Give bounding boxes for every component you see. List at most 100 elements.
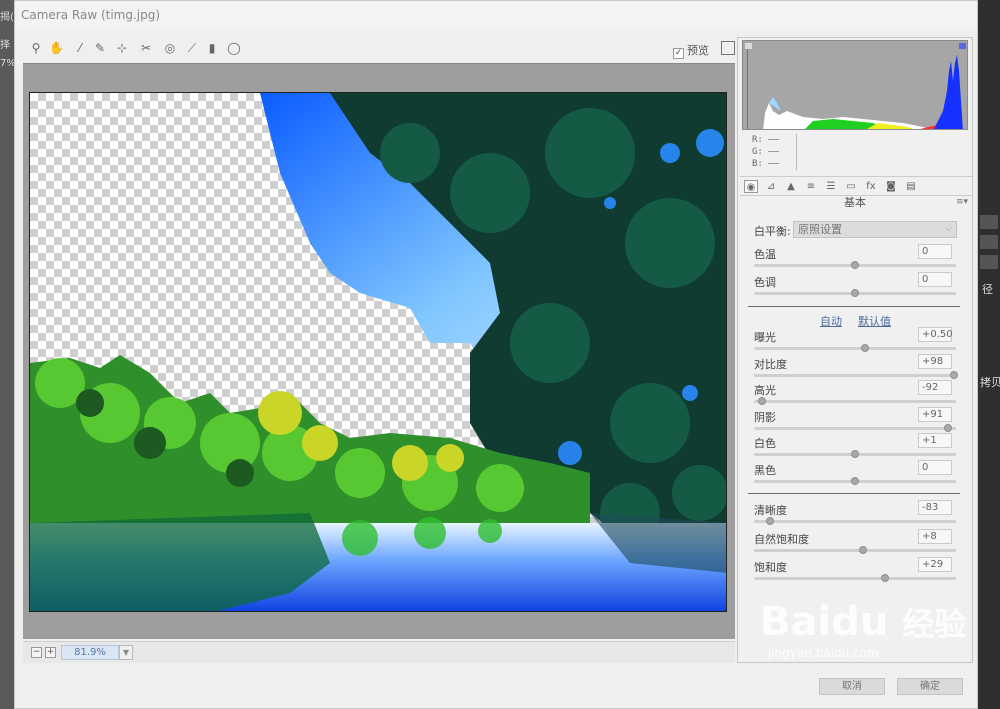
photo-image <box>30 93 726 611</box>
slider-label: 白色 <box>754 437 776 451</box>
slider-track[interactable] <box>754 261 956 269</box>
tab-detail-icon[interactable]: ▲ <box>784 180 798 193</box>
slider-label: 阴影 <box>754 410 776 424</box>
bg-label: 拷贝 <box>980 376 1000 389</box>
tab-hsl-icon[interactable]: ≡ <box>804 180 818 193</box>
zoom-level[interactable]: 81.9% <box>61 645 119 660</box>
tab-effects-icon[interactable]: fx <box>864 180 878 193</box>
slider-thumb[interactable] <box>851 477 859 485</box>
b-label: B: <box>752 159 763 169</box>
divider <box>796 134 797 170</box>
zoom-bar: − + 81.9% ▼ <box>23 641 735 663</box>
slider-value-field[interactable]: -83 <box>918 500 952 515</box>
slider-thumb[interactable] <box>851 450 859 459</box>
g-value: —— <box>768 147 780 157</box>
slider-value-field[interactable]: 0 <box>918 460 952 475</box>
slider-track[interactable] <box>754 477 956 485</box>
slider-thumb[interactable] <box>943 423 952 432</box>
preview-label: 预览 <box>687 44 709 57</box>
slider-thumb[interactable] <box>859 545 868 554</box>
adjustment-brush-icon[interactable]: ▮ <box>205 41 219 55</box>
slider-value-field[interactable]: +8 <box>918 528 952 544</box>
slider-label: 高光 <box>754 384 776 398</box>
white-balance-icon[interactable]: ⁄ <box>73 41 87 55</box>
slider-thumb[interactable] <box>949 370 958 379</box>
r-value: —— <box>768 135 780 145</box>
slider-track[interactable] <box>754 370 958 379</box>
zoom-icon[interactable]: ⚲ <box>29 41 43 55</box>
bg-label: 径 <box>982 283 993 296</box>
zoom-in-button[interactable]: + <box>45 647 56 658</box>
white-balance-select[interactable]: 原照设置 ⌵ <box>793 221 957 238</box>
slider-value-field[interactable]: -92 <box>918 380 952 396</box>
background-left-panel: 揭(E 择 7% <box>0 0 14 709</box>
paw-icon: du <box>831 599 889 645</box>
hand-icon[interactable]: ✋ <box>49 41 64 55</box>
tab-split-toning-icon[interactable]: ☰ <box>824 180 838 193</box>
slider-label: 对比度 <box>754 357 787 371</box>
white-balance-label: 白平衡: <box>754 225 791 238</box>
slider-track[interactable] <box>754 397 956 406</box>
divider <box>748 306 960 307</box>
slider-value-field[interactable]: +91 <box>918 406 952 422</box>
slider-thumb[interactable] <box>881 574 890 582</box>
bg-label: 择 <box>0 40 10 51</box>
slider-thumb[interactable] <box>766 517 775 525</box>
ok-button[interactable]: 确定 <box>897 678 963 695</box>
straighten-icon[interactable]: ◎ <box>163 41 177 55</box>
slider-track[interactable] <box>754 517 956 525</box>
panel-menu-icon[interactable]: ≡▾ <box>956 197 968 207</box>
color-sampler-icon[interactable]: ✎ <box>93 41 107 55</box>
preview-checkbox[interactable]: ✓ 预览 <box>673 42 709 59</box>
tab-lens-icon[interactable]: ▭ <box>844 180 858 193</box>
slider-value-field[interactable]: +29 <box>918 557 952 572</box>
checkbox-icon[interactable]: ✓ <box>673 48 684 59</box>
bg-label: 揭(E <box>0 12 14 23</box>
slider-label: 清晰度 <box>754 504 787 517</box>
tab-basic-icon[interactable]: ◉ <box>744 180 758 193</box>
chevron-down-icon[interactable]: ▼ <box>119 645 133 660</box>
slider-label: 饱和度 <box>754 561 787 574</box>
slider-label: 曝光 <box>754 331 776 344</box>
target-adjust-icon[interactable]: ⊹ <box>115 41 129 55</box>
panel-tabs: ◉ ⊿ ▲ ≡ ☰ ▭ fx ◙ ▤ <box>740 176 972 196</box>
zoom-out-button[interactable]: − <box>31 647 42 658</box>
rgb-readout: R: —— G: —— B: —— <box>752 134 779 170</box>
slider-track[interactable] <box>754 545 956 554</box>
slider-thumb[interactable] <box>851 261 859 269</box>
baidu-watermark: Baidu 经验 jingyan.baidu.com <box>760 600 966 660</box>
slider-track[interactable] <box>754 289 956 297</box>
slider-value-field[interactable]: +98 <box>918 353 952 369</box>
background-right-panel: 径 拷贝 <box>978 0 1000 709</box>
g-label: G: <box>752 147 763 157</box>
watermark-url: jingyan.baidu.com <box>768 646 879 660</box>
chevron-down-icon: ⌵ <box>945 224 952 234</box>
tab-tone-curve-icon[interactable]: ⊿ <box>764 180 778 193</box>
default-link[interactable]: 默认值 <box>858 313 891 329</box>
slider-value-field[interactable]: 0 <box>918 244 952 259</box>
crop-icon[interactable]: ✂ <box>139 41 153 55</box>
slider-thumb[interactable] <box>758 397 767 406</box>
slider-value-field[interactable]: +1 <box>918 433 952 449</box>
slider-value-field[interactable]: +0.50 <box>918 327 953 342</box>
tab-camera-calibration-icon[interactable]: ◙ <box>884 180 898 193</box>
slider-track[interactable] <box>754 344 956 352</box>
white-balance-value: 原照设置 <box>798 223 842 236</box>
slider-label: 黑色 <box>754 464 776 477</box>
slider-track[interactable] <box>754 574 956 582</box>
radial-filter-icon[interactable]: ◯ <box>227 41 241 55</box>
tab-presets-icon[interactable]: ▤ <box>904 180 918 193</box>
slider-thumb[interactable] <box>851 289 859 297</box>
spot-removal-icon[interactable]: ⟋ <box>185 41 199 55</box>
tool-bar: ⚲ ✋ ⁄ ✎ ⊹ ✂ ◎ ⟋ ▮ ◯ ✓ 预览 <box>23 37 735 61</box>
slider-track[interactable] <box>754 450 956 459</box>
fullscreen-icon[interactable] <box>721 41 735 55</box>
image-canvas[interactable] <box>23 63 735 639</box>
slider-thumb[interactable] <box>861 344 870 352</box>
window-title: Camera Raw (timg.jpg) <box>15 1 977 29</box>
slider-label: 自然饱和度 <box>754 532 809 546</box>
slider-track[interactable] <box>754 423 956 432</box>
slider-value-field[interactable]: 0 <box>918 272 952 287</box>
auto-link[interactable]: 自动 <box>820 313 842 329</box>
cancel-button[interactable]: 取消 <box>819 678 885 695</box>
